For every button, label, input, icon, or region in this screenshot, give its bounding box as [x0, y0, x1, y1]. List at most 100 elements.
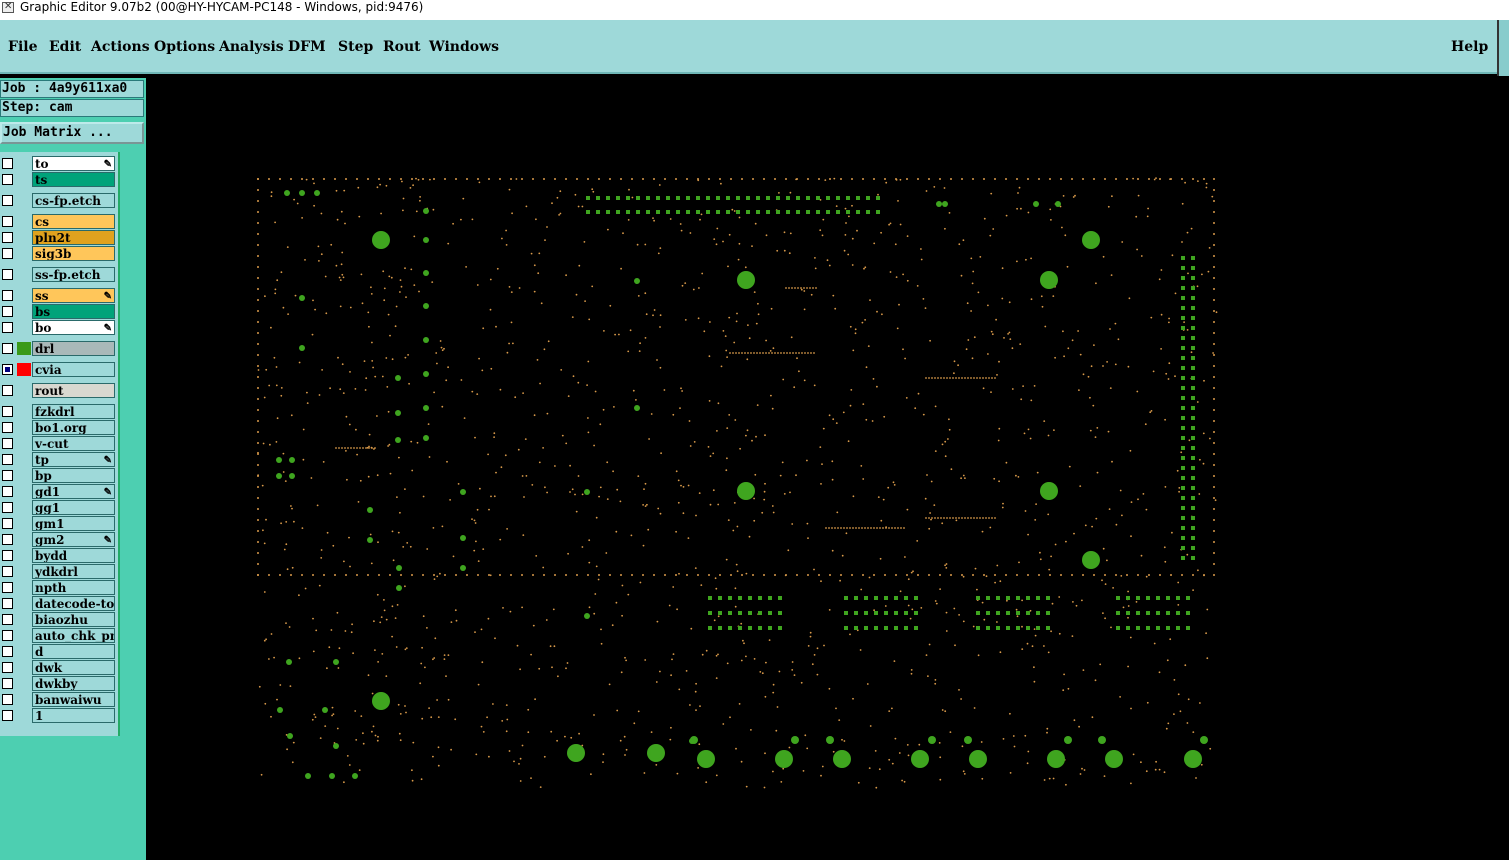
layer-row-cs-fp-etch[interactable]: cs-fp.etch: [0, 193, 118, 208]
layer-name[interactable]: ss ✎: [32, 288, 115, 303]
layer-name[interactable]: cs: [32, 214, 115, 229]
layer-checkbox[interactable]: [2, 534, 13, 545]
layer-name[interactable]: auto_chk_pn: [32, 628, 115, 643]
layer-checkbox[interactable]: [2, 269, 13, 280]
layer-checkbox[interactable]: [2, 662, 13, 673]
layer-name[interactable]: sig3b: [32, 246, 115, 261]
layer-name[interactable]: dwk: [32, 660, 115, 675]
layer-checkbox[interactable]: [2, 343, 13, 354]
menu-help[interactable]: Help: [1451, 39, 1488, 55]
layer-checkbox[interactable]: [2, 598, 13, 609]
layer-checkbox[interactable]: [2, 630, 13, 641]
layer-name[interactable]: gg1: [32, 500, 115, 515]
layer-name[interactable]: fzkdrl: [32, 404, 115, 419]
layer-name[interactable]: bydd: [32, 548, 115, 563]
layer-name[interactable]: banwaiwu: [32, 692, 115, 707]
layer-name[interactable]: ts: [32, 172, 115, 187]
layer-row-to[interactable]: to ✎: [0, 156, 118, 171]
menu-dfm[interactable]: DFM: [288, 39, 326, 55]
graphics-canvas[interactable]: [146, 78, 1509, 860]
layer-row-biaozhu[interactable]: biaozhu: [0, 612, 118, 627]
job-matrix-button[interactable]: Job Matrix ...: [0, 122, 144, 144]
layer-name[interactable]: ydkdrl: [32, 564, 115, 579]
layer-row-drl[interactable]: drl: [0, 341, 118, 356]
layer-checkbox[interactable]: [2, 502, 13, 513]
layer-name[interactable]: rout: [32, 383, 115, 398]
layer-row-gm2[interactable]: gm2 ✎: [0, 532, 118, 547]
layer-checkbox[interactable]: [2, 694, 13, 705]
layer-name[interactable]: 1: [32, 708, 115, 723]
layer-checkbox[interactable]: [2, 710, 13, 721]
layer-row-v-cut[interactable]: v-cut: [0, 436, 118, 451]
layer-name[interactable]: bs: [32, 304, 115, 319]
layer-checkbox[interactable]: [2, 678, 13, 689]
layer-checkbox[interactable]: [2, 385, 13, 396]
layer-name[interactable]: pln2t: [32, 230, 115, 245]
layer-row-dwk[interactable]: dwk: [0, 660, 118, 675]
layer-checkbox[interactable]: [2, 216, 13, 227]
layer-name[interactable]: ss-fp.etch: [32, 267, 115, 282]
layer-row-gm1[interactable]: gm1: [0, 516, 118, 531]
layer-row-bo1-org[interactable]: bo1.org: [0, 420, 118, 435]
layer-name[interactable]: d: [32, 644, 115, 659]
layer-row-pln2t[interactable]: pln2t: [0, 230, 118, 245]
menu-edit[interactable]: Edit: [49, 39, 81, 55]
layer-row-gg1[interactable]: gg1: [0, 500, 118, 515]
layer-checkbox[interactable]: [2, 322, 13, 333]
menu-actions[interactable]: Actions: [91, 39, 150, 55]
layer-checkbox[interactable]: [2, 518, 13, 529]
layer-row-1[interactable]: 1: [0, 708, 118, 723]
layer-row-gd1[interactable]: gd1 ✎: [0, 484, 118, 499]
layer-checkbox[interactable]: [2, 486, 13, 497]
layer-checkbox[interactable]: [2, 406, 13, 417]
layer-checkbox[interactable]: [2, 364, 13, 375]
layer-row-bp[interactable]: bp: [0, 468, 118, 483]
layer-checkbox[interactable]: [2, 158, 13, 169]
layer-name[interactable]: drl: [32, 341, 115, 356]
layer-name[interactable]: v-cut: [32, 436, 115, 451]
layer-name[interactable]: to ✎: [32, 156, 115, 171]
layer-checkbox[interactable]: [2, 232, 13, 243]
layer-checkbox[interactable]: [2, 422, 13, 433]
layer-checkbox[interactable]: [2, 306, 13, 317]
layer-checkbox[interactable]: [2, 566, 13, 577]
layer-checkbox[interactable]: [2, 614, 13, 625]
menu-file[interactable]: File: [8, 39, 37, 55]
layer-row-npth[interactable]: npth: [0, 580, 118, 595]
layer-row-tp[interactable]: tp ✎: [0, 452, 118, 467]
layer-checkbox[interactable]: [2, 290, 13, 301]
menu-windows[interactable]: Windows: [429, 39, 499, 55]
layer-row-ts[interactable]: ts: [0, 172, 118, 187]
layer-row-rout[interactable]: rout: [0, 383, 118, 398]
layer-row-ss[interactable]: ss ✎: [0, 288, 118, 303]
layer-row-sig3b[interactable]: sig3b: [0, 246, 118, 261]
menu-analysis[interactable]: Analysis: [219, 39, 284, 55]
layer-row-dwkby[interactable]: dwkby: [0, 676, 118, 691]
layer-name[interactable]: cs-fp.etch: [32, 193, 115, 208]
layer-checkbox[interactable]: [2, 248, 13, 259]
layer-name[interactable]: bo ✎: [32, 320, 115, 335]
layer-checkbox[interactable]: [2, 470, 13, 481]
layer-checkbox[interactable]: [2, 454, 13, 465]
layer-row-banwaiwu[interactable]: banwaiwu: [0, 692, 118, 707]
layer-name[interactable]: cvia: [32, 362, 115, 377]
layer-name[interactable]: datecode-to: [32, 596, 115, 611]
layer-name[interactable]: gm2 ✎: [32, 532, 115, 547]
layer-checkbox[interactable]: [2, 646, 13, 657]
layer-name[interactable]: npth: [32, 580, 115, 595]
layer-name[interactable]: gd1 ✎: [32, 484, 115, 499]
layer-row-d[interactable]: d: [0, 644, 118, 659]
layer-name[interactable]: bo1.org: [32, 420, 115, 435]
layer-checkbox[interactable]: [2, 174, 13, 185]
layer-checkbox[interactable]: [2, 550, 13, 561]
menu-step[interactable]: Step: [338, 39, 373, 55]
layer-name[interactable]: bp: [32, 468, 115, 483]
layer-name[interactable]: gm1: [32, 516, 115, 531]
layer-row-fzkdrl[interactable]: fzkdrl: [0, 404, 118, 419]
layer-row-bs[interactable]: bs: [0, 304, 118, 319]
layer-row-ss-fp-etch[interactable]: ss-fp.etch: [0, 267, 118, 282]
layer-row-bo[interactable]: bo ✎: [0, 320, 118, 335]
layer-row-auto-chk-pn[interactable]: auto_chk_pn: [0, 628, 118, 643]
layer-checkbox[interactable]: [2, 582, 13, 593]
layer-checkbox[interactable]: [2, 195, 13, 206]
